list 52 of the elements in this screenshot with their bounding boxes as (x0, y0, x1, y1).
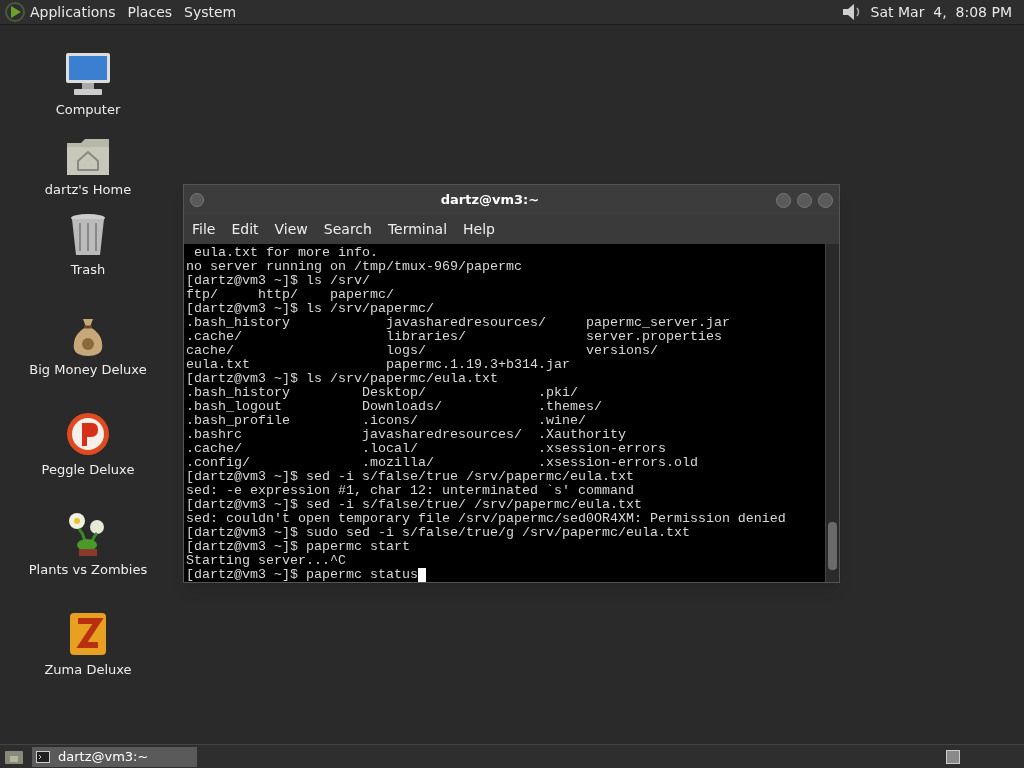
panel-menu[interactable]: Places (127, 1, 173, 23)
terminal-line: .config/ .mozilla/ .xsession-errors.old (186, 456, 698, 470)
panel-menu[interactable]: System (184, 1, 237, 23)
desktop-icon-label[interactable]: Big Money Deluxe (29, 360, 147, 380)
menu-item[interactable]: Search (323, 219, 372, 240)
desktop-icon-label[interactable]: Trash (70, 260, 106, 280)
desktop-icon-label[interactable]: dartz's Home (44, 180, 132, 200)
terminal-line: ftp/ http/ papermc/ (186, 288, 394, 302)
terminal-line: .cache/ .local/ .xsession-errors (186, 442, 666, 456)
desktop-icon-label[interactable]: Computer (55, 100, 121, 120)
terminal-line: [dartz@vm3 ~]$ ls /srv/papermc/ (186, 302, 434, 316)
terminal-line: Starting server...^C (186, 554, 346, 568)
terminal-line: .bash_profile .icons/ .wine/ (186, 414, 586, 428)
menu-item[interactable]: Terminal (387, 219, 448, 240)
terminal-line: [dartz@vm3 ~]$ sed -i s/false/true /srv/papermc/eula.txt (186, 470, 634, 484)
terminal-line: cache/ logs/ versions/ (186, 344, 658, 358)
terminal-line: .bash_logout Downloads/ .themes/ (186, 400, 602, 414)
panel-menu[interactable]: Applications (30, 1, 116, 23)
house-folder-icon[interactable] (65, 137, 111, 177)
trash-icon[interactable] (69, 213, 107, 257)
terminal-line: .cache/ libraries/ server.properties (186, 330, 722, 344)
desktop-icon-label[interactable]: Plants vs Zombies (28, 560, 148, 580)
terminal-line: .bash_history javasharedresources/ papermc_server.jar (186, 316, 730, 330)
terminal-icon (36, 750, 50, 763)
terminal-line: sed: -e expression #1, char 12: unterminated `s' command (186, 484, 634, 498)
terminal-line: eula.txt papermc.1.19.3+b314.jar (186, 358, 570, 372)
menu-item[interactable]: File (192, 219, 216, 240)
clock[interactable]: Sat Mar 4, 8:08 PM (870, 1, 1012, 23)
taskbar-button[interactable]: dartz@vm3:~ (32, 746, 197, 767)
terminal-line: no server running on /tmp/tmux-969/papermc (186, 260, 522, 274)
menu-item[interactable]: Edit (231, 219, 259, 240)
ball-icon[interactable] (65, 411, 111, 457)
window-title: dartz@vm3:~ (439, 191, 541, 210)
menu-item[interactable]: Help (463, 219, 495, 240)
menu-item[interactable]: View (274, 219, 308, 240)
terminal-line: eula.txt for more info. (193, 246, 378, 260)
workspace-switcher[interactable] (946, 749, 960, 764)
terminal-line: [dartz@vm3 ~]$ papermc status (186, 568, 418, 582)
logo-icon[interactable] (4, 1, 26, 23)
terminal-line: .bashrc javasharedresources/ .Xauthority (186, 428, 626, 442)
scrollbar-thumb[interactable] (828, 522, 837, 570)
terminal-line: [dartz@vm3 ~]$ papermc start (186, 540, 410, 554)
terminal-line: [dartz@vm3 ~]$ ls /srv/ (186, 274, 370, 288)
terminal-line: .bash_history Desktop/ .pki/ (186, 386, 578, 400)
computer-icon[interactable] (64, 51, 112, 97)
scrollbar[interactable] (825, 244, 839, 582)
terminal-line: [dartz@vm3 ~]$ ls /srv/papermc/eula.txt (186, 372, 498, 386)
terminal-line: [dartz@vm3 ~]$ sudo sed -i s/false/true/g /srv/papermc/eula.txt (186, 526, 690, 540)
desktop-icon-label[interactable]: Zuma Deluxe (44, 660, 132, 680)
terminal-line: sed: couldn't open temporary file /srv/papermc/sed0OR4XM: Permission denied (186, 512, 786, 526)
terminal-line: [dartz@vm3 ~]$ sed -i s/false/true/ /srv/papermc/eula.txt (186, 498, 642, 512)
desktop-icon-label[interactable]: Peggle Deluxe (41, 460, 135, 480)
